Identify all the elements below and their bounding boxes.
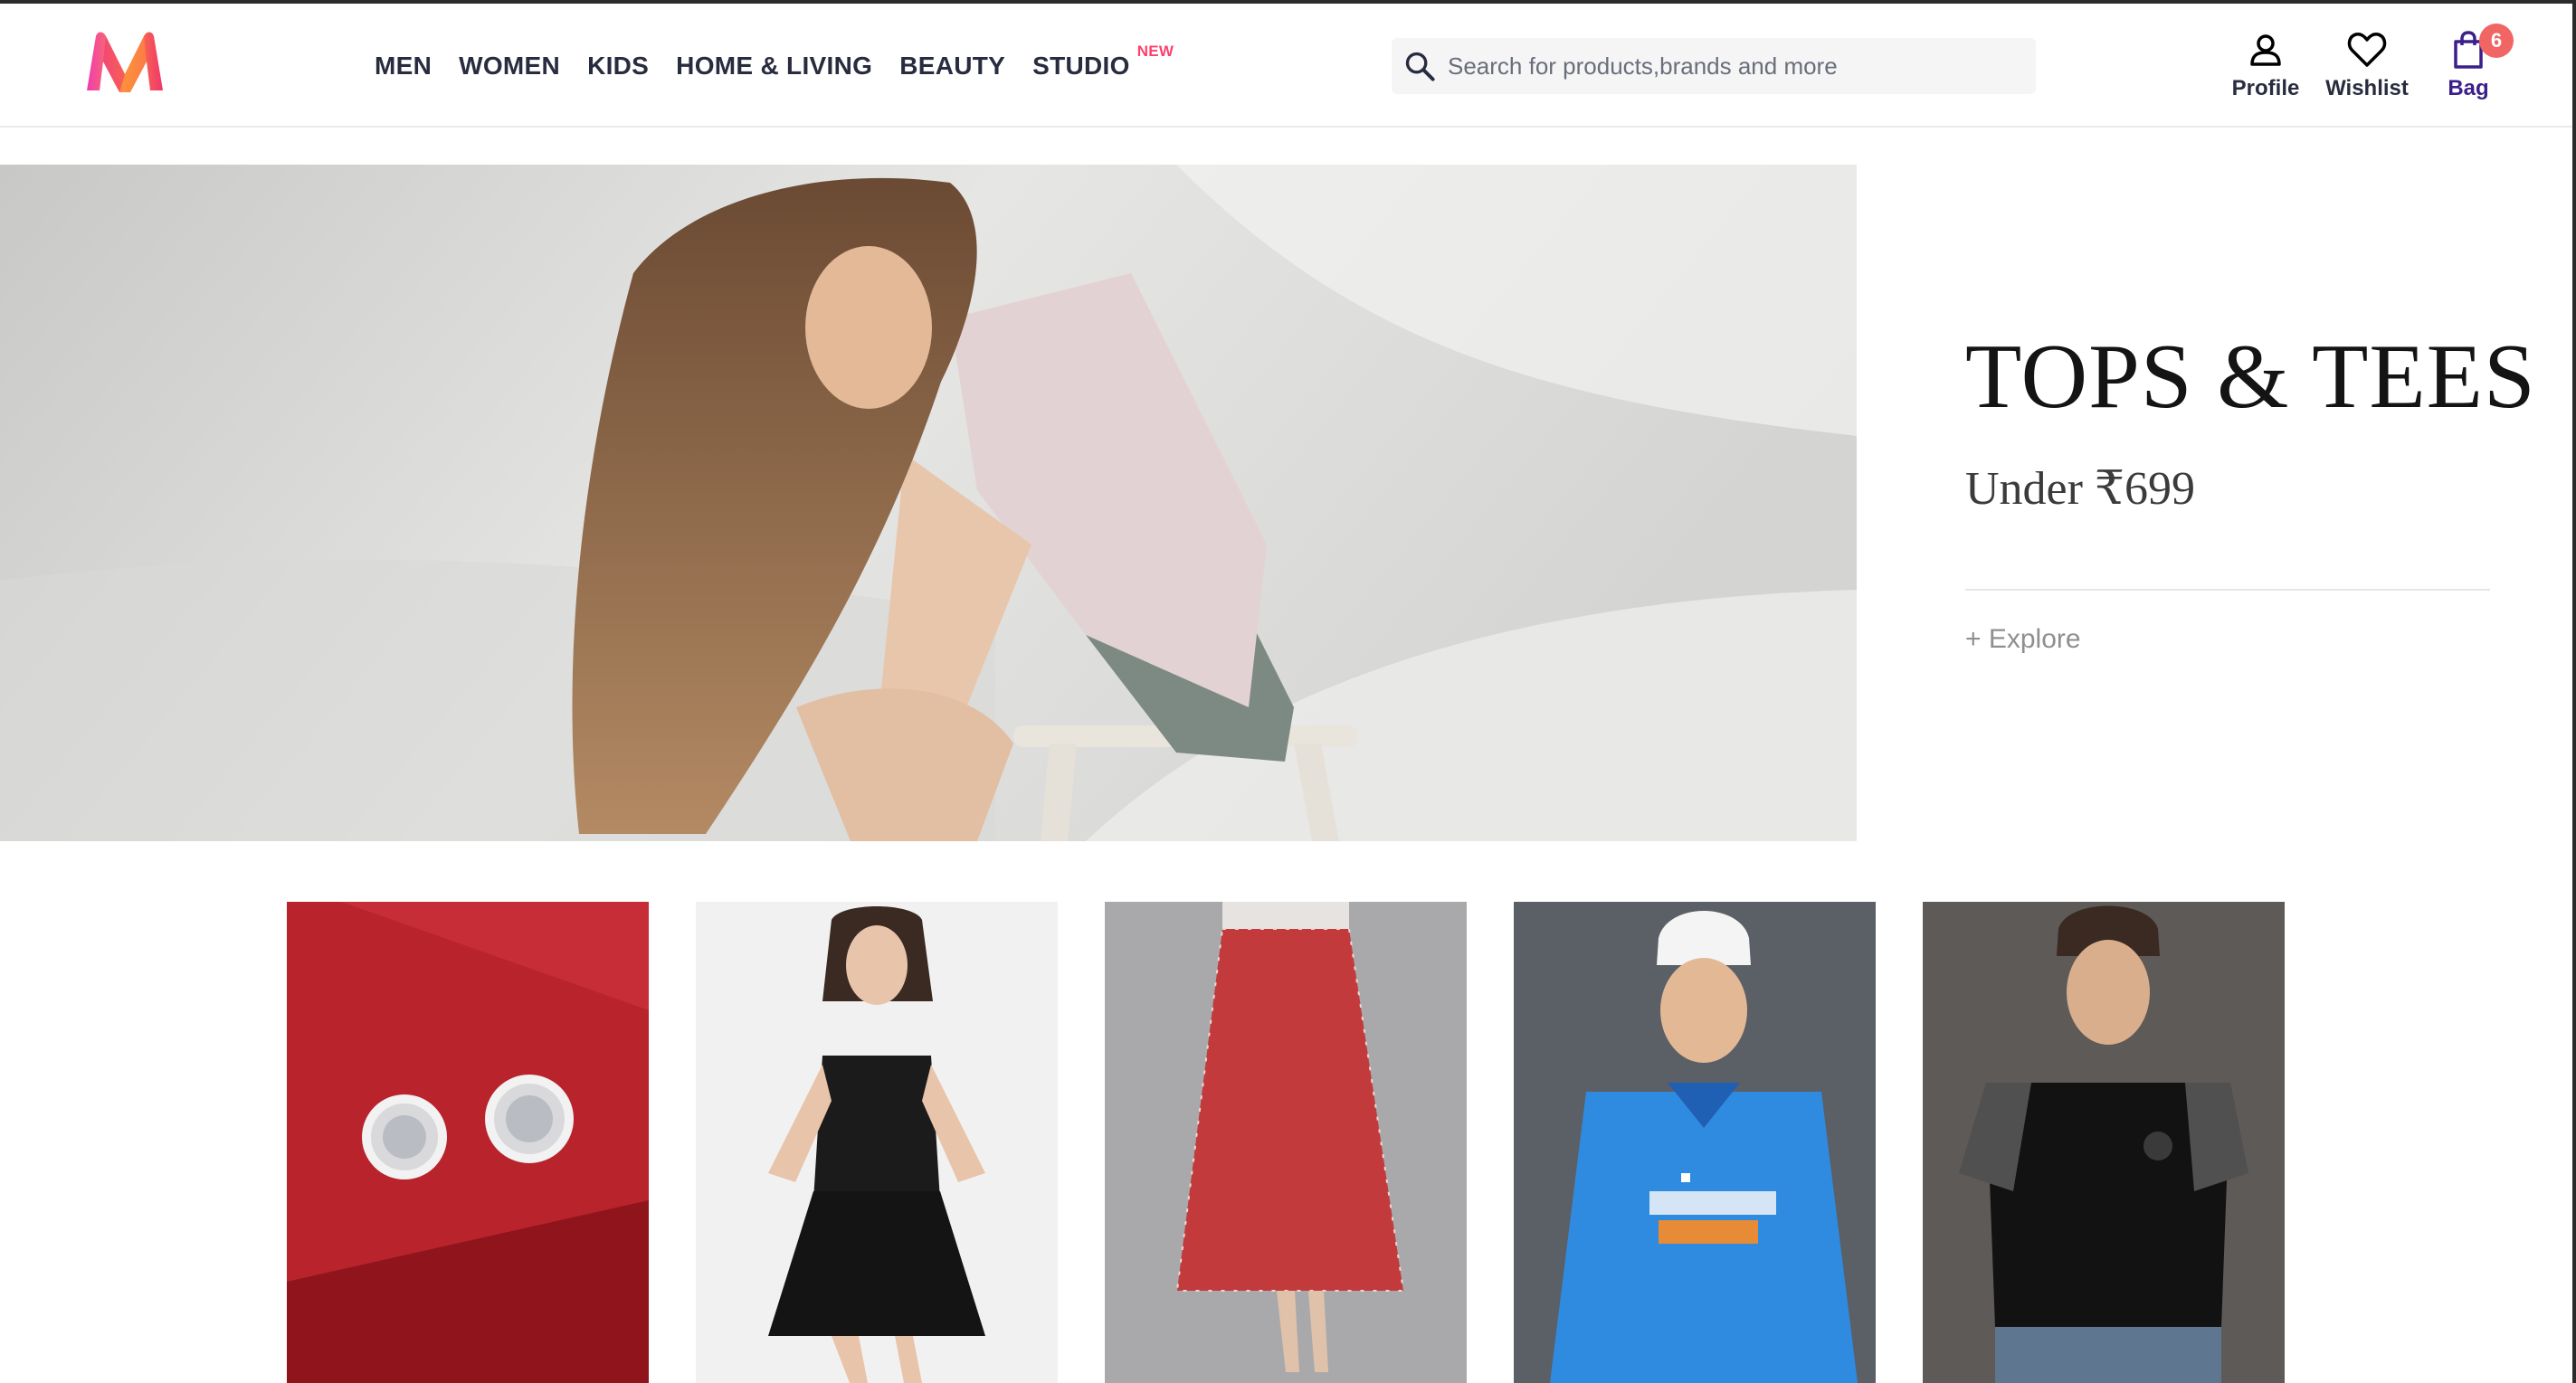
search-input[interactable] <box>1448 38 2027 94</box>
nav-studio[interactable]: STUDIO NEW <box>1032 43 1174 81</box>
nav-kids[interactable]: KIDS <box>587 52 649 81</box>
hero-text-panel <box>1857 165 2571 841</box>
search-icon[interactable] <box>1392 38 1448 94</box>
earrings-product-image[interactable] <box>287 902 649 1383</box>
profile-button[interactable]: Profile <box>2215 29 2316 101</box>
profile-label: Profile <box>2231 76 2300 100</box>
header-actions: Profile Wishlist Bag 6 <box>2215 24 2519 101</box>
bag-button[interactable]: Bag 6 <box>2418 24 2519 101</box>
product-tile-row <box>287 902 2285 1383</box>
hero-banner-image[interactable] <box>0 165 1857 841</box>
main-nav: MEN WOMEN KIDS HOME & LIVING BEAUTY STUD… <box>375 4 1174 128</box>
wishlist-label: Wishlist <box>2325 76 2409 100</box>
page-right-edge <box>2572 4 2576 1383</box>
nav-home-living[interactable]: HOME & LIVING <box>676 52 872 81</box>
nav-men[interactable]: MEN <box>375 52 432 81</box>
nav-studio-label: STUDIO <box>1032 51 1130 80</box>
nav-women[interactable]: WOMEN <box>459 52 560 81</box>
explore-link[interactable]: + Explore <box>1965 624 2081 655</box>
hero-title: TOPS & TEES <box>1965 326 2536 428</box>
india-jersey-product-image[interactable] <box>1514 902 1876 1383</box>
search-bar[interactable] <box>1392 38 2036 94</box>
black-dress-product-image[interactable] <box>696 902 1058 1383</box>
bag-count-badge: 6 <box>2479 24 2514 58</box>
new-tag: NEW <box>1136 42 1174 60</box>
floral-skirt-product-image[interactable] <box>1105 902 1467 1383</box>
wishlist-button[interactable]: Wishlist <box>2316 29 2418 101</box>
person-icon <box>2248 29 2284 71</box>
black-polo-product-image[interactable] <box>1923 902 2285 1383</box>
hero-divider <box>1965 589 2490 591</box>
heart-icon <box>2347 29 2387 71</box>
hero-subtitle: Under ₹699 <box>1965 463 2196 515</box>
nav-beauty[interactable]: BEAUTY <box>899 52 1005 81</box>
site-header: MEN WOMEN KIDS HOME & LIVING BEAUTY STUD… <box>0 4 2576 128</box>
bag-label: Bag <box>2448 76 2489 100</box>
myntra-logo-icon[interactable] <box>81 27 168 96</box>
